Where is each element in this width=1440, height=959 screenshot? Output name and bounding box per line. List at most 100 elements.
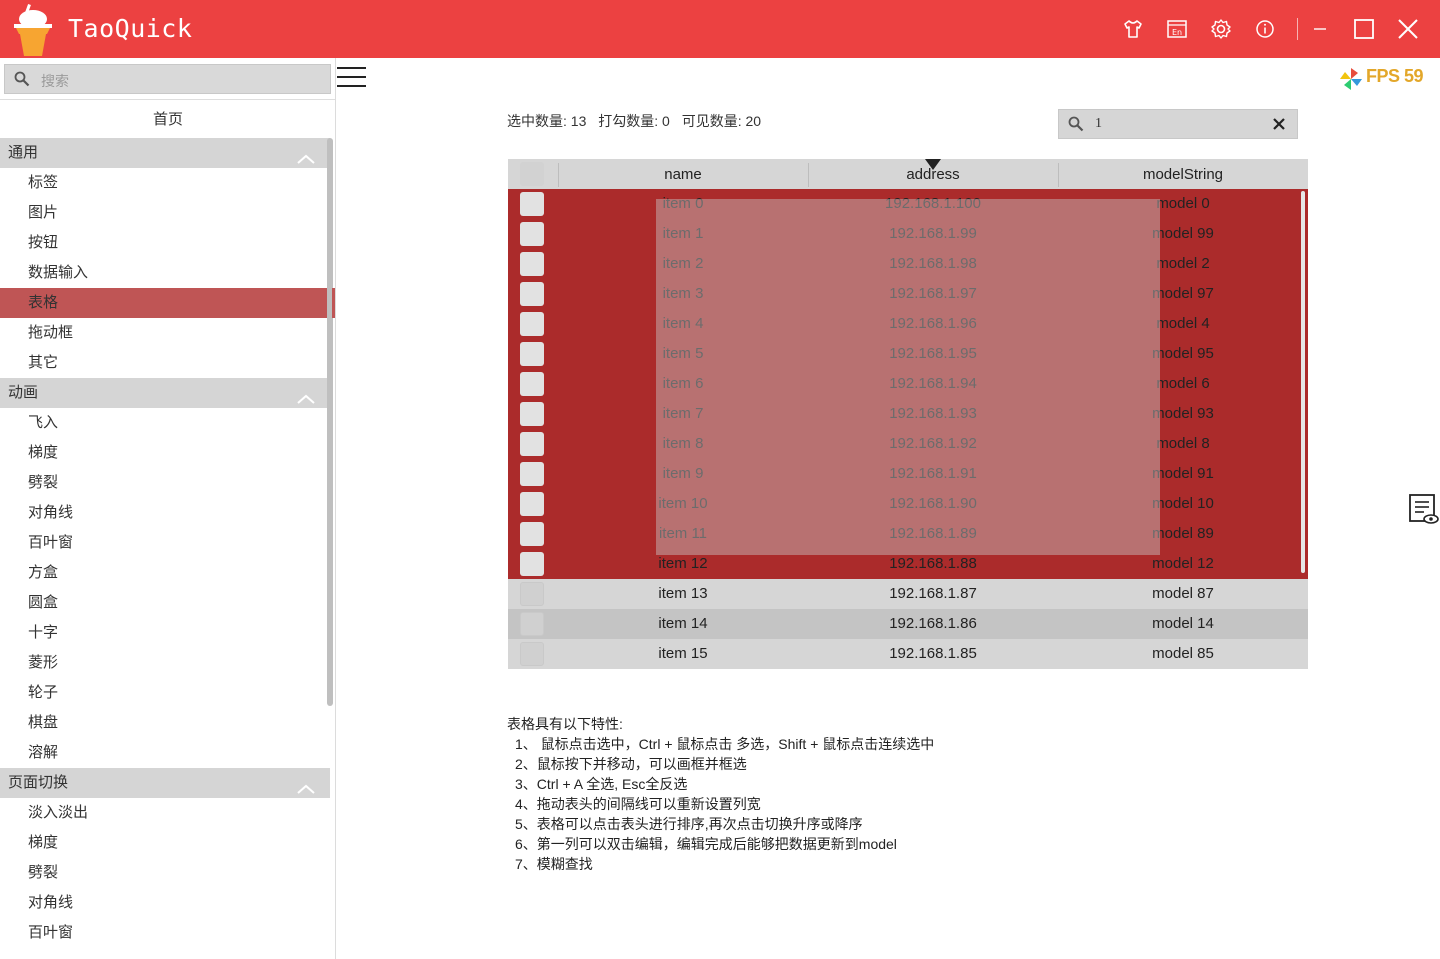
- row-checkbox[interactable]: [520, 462, 544, 486]
- settings-icon[interactable]: [1209, 16, 1233, 42]
- sidebar-item-table-active[interactable]: 表格: [0, 288, 330, 318]
- table-row[interactable]: item 3 192.168.1.97 model 97: [508, 279, 1308, 309]
- cell-modelstring: model 0: [1156, 195, 1210, 212]
- cell-name[interactable]: item 1: [558, 219, 808, 249]
- row-checkbox[interactable]: [520, 192, 544, 216]
- table-row[interactable]: item 5 192.168.1.95 model 95: [508, 339, 1308, 369]
- sidebar-item[interactable]: 十字: [0, 618, 330, 648]
- cell-name[interactable]: item 3: [558, 279, 808, 309]
- cell-name[interactable]: item 12: [558, 549, 808, 579]
- sidebar-item[interactable]: 圆盒: [0, 588, 330, 618]
- row-checkbox[interactable]: [520, 372, 544, 396]
- sidebar-item[interactable]: 按钮: [0, 228, 330, 258]
- table-scrollbar[interactable]: [1301, 191, 1305, 573]
- sidebar-item[interactable]: 图片: [0, 198, 330, 228]
- row-checkbox[interactable]: [520, 282, 544, 306]
- cell-name[interactable]: item 7: [558, 399, 808, 429]
- sidebar-item[interactable]: 劈裂: [0, 468, 330, 498]
- cell-name[interactable]: item 4: [558, 309, 808, 339]
- sidebar-scrollbar[interactable]: [327, 138, 333, 706]
- row-checkbox[interactable]: [520, 252, 544, 276]
- cell-name[interactable]: item 6: [558, 369, 808, 399]
- sidebar-item[interactable]: 标签: [0, 168, 330, 198]
- info-icon[interactable]: [1253, 16, 1277, 42]
- table-row[interactable]: item 2 192.168.1.98 model 2: [508, 249, 1308, 279]
- sidebar-item[interactable]: 百叶窗: [0, 528, 330, 558]
- cell-name[interactable]: item 11: [558, 519, 808, 549]
- sidebar-group-general[interactable]: 通用: [0, 138, 330, 168]
- content-viewer-icon[interactable]: [1408, 493, 1440, 527]
- sidebar-item[interactable]: 飞入: [0, 408, 330, 438]
- sidebar-item[interactable]: 其它: [0, 348, 330, 378]
- cell-name[interactable]: item 13: [558, 579, 808, 609]
- cell-name[interactable]: item 9: [558, 459, 808, 489]
- column-header-name[interactable]: name: [558, 159, 808, 189]
- cell-name[interactable]: item 14: [558, 609, 808, 639]
- row-checkbox[interactable]: [520, 342, 544, 366]
- header-checkbox[interactable]: [520, 162, 544, 186]
- sidebar-item[interactable]: 棋盘: [0, 708, 330, 738]
- table-row[interactable]: item 13 192.168.1.87 model 87: [508, 579, 1308, 609]
- sidebar-item[interactable]: 轮子: [0, 678, 330, 708]
- row-checkbox[interactable]: [520, 432, 544, 456]
- sidebar-group-page-transition[interactable]: 页面切换: [0, 768, 330, 798]
- table-row[interactable]: item 8 192.168.1.92 model 8: [508, 429, 1308, 459]
- close-icon[interactable]: [1396, 16, 1420, 42]
- sidebar-item[interactable]: 方盒: [0, 558, 330, 588]
- language-icon[interactable]: En: [1165, 16, 1189, 42]
- row-checkbox[interactable]: [520, 552, 544, 576]
- maximize-icon[interactable]: [1352, 16, 1376, 42]
- sidebar-item[interactable]: 淡入淡出: [0, 798, 330, 828]
- sidebar-item[interactable]: 梯度: [0, 438, 330, 468]
- sidebar-item-home[interactable]: 首页: [0, 108, 335, 132]
- row-checkbox[interactable]: [520, 522, 544, 546]
- table-row[interactable]: item 11 192.168.1.89 model 89: [508, 519, 1308, 549]
- table-row[interactable]: item 4 192.168.1.96 model 4: [508, 309, 1308, 339]
- row-checkbox[interactable]: [520, 492, 544, 516]
- sidebar-item[interactable]: 劈裂: [0, 858, 330, 888]
- sidebar-item[interactable]: 百叶窗: [0, 918, 330, 948]
- fps-label: FPS 59: [1366, 66, 1424, 86]
- sidebar-search-input[interactable]: 搜索: [4, 64, 331, 94]
- cell-name[interactable]: item 0: [558, 189, 808, 219]
- minimize-icon[interactable]: [1308, 16, 1332, 42]
- table-row[interactable]: item 10 192.168.1.90 model 10: [508, 489, 1308, 519]
- table-row[interactable]: item 1 192.168.1.99 model 99: [508, 219, 1308, 249]
- table-row[interactable]: item 14 192.168.1.86 model 14: [508, 609, 1308, 639]
- cell-name[interactable]: item 5: [558, 339, 808, 369]
- row-checkbox[interactable]: [520, 582, 544, 606]
- cell-name[interactable]: item 10: [558, 489, 808, 519]
- skin-icon[interactable]: [1121, 16, 1145, 42]
- chevron-up-icon: [296, 386, 316, 416]
- table-row[interactable]: item 7 192.168.1.93 model 93: [508, 399, 1308, 429]
- row-checkbox[interactable]: [520, 612, 544, 636]
- sidebar-item[interactable]: 数据输入: [0, 258, 330, 288]
- cell-name[interactable]: item 15: [558, 639, 808, 669]
- sidebar-item[interactable]: 拖动框: [0, 318, 330, 348]
- clear-icon[interactable]: [1271, 116, 1287, 137]
- sidebar-item[interactable]: 梯度: [0, 828, 330, 858]
- row-checkbox[interactable]: [520, 402, 544, 426]
- column-header-modelstring[interactable]: modelString: [1058, 159, 1308, 189]
- table-row[interactable]: item 6 192.168.1.94 model 6: [508, 369, 1308, 399]
- table-filter-input[interactable]: 1: [1058, 109, 1298, 139]
- table-row[interactable]: item 9 192.168.1.91 model 91: [508, 459, 1308, 489]
- table-row[interactable]: item 12 192.168.1.88 model 12: [508, 549, 1308, 579]
- app-title: TaoQuick: [68, 14, 193, 43]
- table-row[interactable]: item 0 192.168.1.100 model 0: [508, 189, 1308, 219]
- cell-address: 192.168.1.92: [889, 435, 977, 452]
- cell-name[interactable]: item 8: [558, 429, 808, 459]
- cell-modelstring: model 97: [1152, 285, 1214, 302]
- sidebar-item[interactable]: 溶解: [0, 738, 330, 768]
- row-checkbox[interactable]: [520, 222, 544, 246]
- sidebar-group-animation[interactable]: 动画: [0, 378, 330, 408]
- row-checkbox[interactable]: [520, 642, 544, 666]
- menu-toggle-icon[interactable]: [337, 65, 367, 91]
- sidebar-item[interactable]: 菱形: [0, 648, 330, 678]
- sidebar-item[interactable]: 对角线: [0, 888, 330, 918]
- table-row[interactable]: item 15 192.168.1.85 model 85: [508, 639, 1308, 669]
- sidebar-item[interactable]: 对角线: [0, 498, 330, 528]
- cell-address: 192.168.1.98: [889, 255, 977, 272]
- row-checkbox[interactable]: [520, 312, 544, 336]
- cell-name[interactable]: item 2: [558, 249, 808, 279]
